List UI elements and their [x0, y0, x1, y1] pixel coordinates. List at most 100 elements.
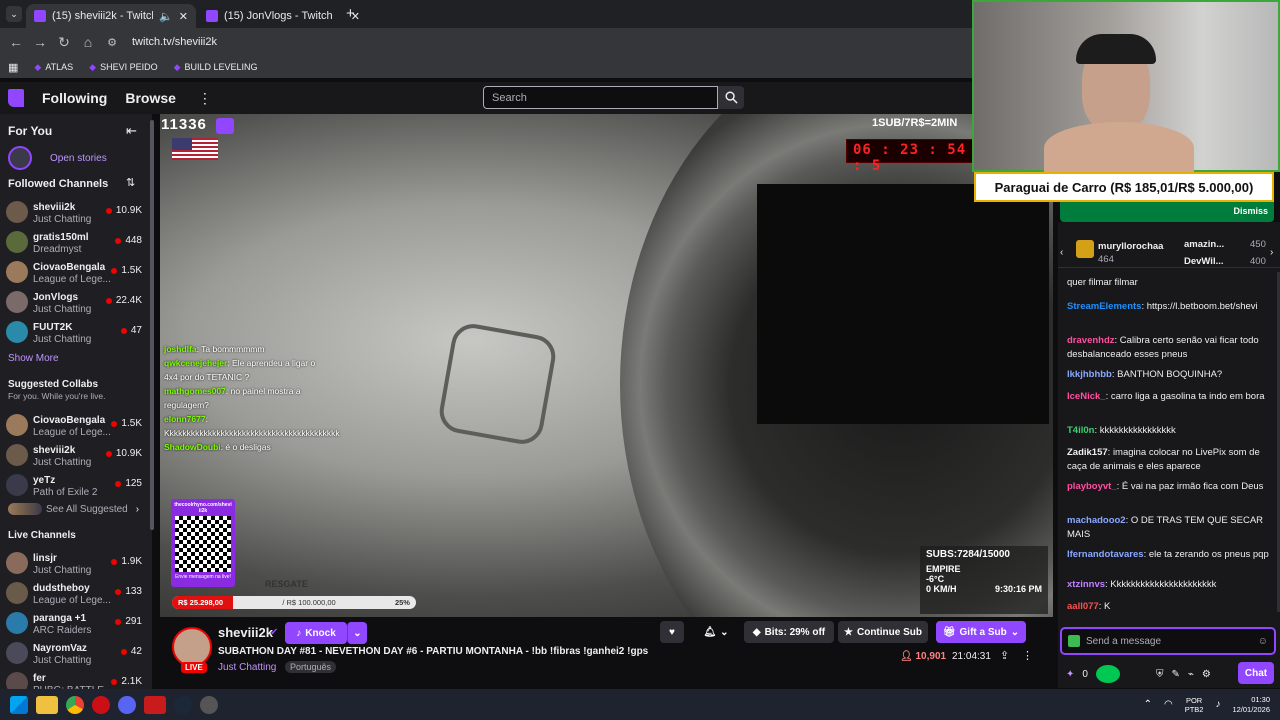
nav-browse[interactable]: Browse — [125, 90, 176, 106]
channel-points-icon[interactable]: ✦ — [1066, 669, 1074, 680]
more-options-icon[interactable]: ⋮ — [1022, 649, 1033, 662]
steam-icon[interactable] — [174, 695, 192, 714]
chat-message: lkkjhbhbb: BANTHON BOQUINHA? — [1067, 368, 1273, 382]
more-menu-icon[interactable]: ⋮ — [198, 90, 212, 107]
chat-username[interactable]: xtzinnvs — [1067, 579, 1105, 590]
chat-send-button[interactable]: Chat — [1238, 662, 1274, 684]
sidebar-channel-gratis150ml[interactable]: gratis150ml Dreadmyst 448 — [6, 229, 146, 259]
chat-username[interactable]: dravenhdz — [1067, 335, 1115, 346]
follow-heart-button[interactable]: ♥ — [660, 621, 684, 643]
sidebar-channel-sheviii2k[interactable]: sheviii2k Just Chatting 10.9K — [6, 199, 146, 229]
clock[interactable]: 01:30 12/01/2026 — [1232, 695, 1270, 715]
notifications-button[interactable]: 🔔︎ ⌄ — [698, 621, 734, 643]
open-stories-link[interactable]: Open stories — [50, 153, 107, 164]
home-icon[interactable]: ⌂ — [76, 34, 100, 50]
bookmark-atlas[interactable]: ◆ ATLAS — [34, 62, 73, 73]
sidebar-channel-paranga-1[interactable]: paranga +1 ARC Raiders 291 — [6, 610, 146, 640]
discord-icon[interactable] — [118, 695, 136, 714]
shield-icon[interactable]: ⛨ — [1156, 669, 1164, 680]
back-icon[interactable]: ← — [4, 34, 28, 50]
gift-icon: 🎁︎ — [942, 626, 956, 638]
knock-icon: ♪ — [296, 627, 302, 639]
file-explorer-icon[interactable] — [36, 695, 58, 714]
sidebar-channel-linsjr[interactable]: linsjr Just Chatting 1.9K — [6, 550, 146, 580]
language-tag[interactable]: Português — [285, 661, 337, 673]
chat-username[interactable]: aall077 — [1067, 601, 1099, 612]
volume-icon[interactable]: ♪ — [1215, 699, 1220, 710]
chat-username[interactable]: Zadik157 — [1067, 447, 1108, 458]
star-icon: ★ — [844, 626, 853, 638]
chrome-icon[interactable] — [66, 695, 84, 714]
sidebar-scrollbar[interactable] — [150, 120, 154, 530]
settings-app-icon[interactable] — [200, 695, 218, 714]
sort-icon[interactable]: ⇅ — [126, 176, 135, 189]
prediction-icon[interactable] — [1095, 665, 1120, 683]
chat-input[interactable]: Send a message ☺ — [1060, 627, 1276, 655]
emote-icon[interactable]: ☺ — [1258, 636, 1268, 647]
chevron-left-icon[interactable]: ‹ — [1060, 247, 1063, 258]
sidebar-channel-jonvlogs[interactable]: JonVlogs Just Chatting 22.4K — [6, 289, 146, 319]
windows-start-icon[interactable] — [10, 695, 28, 714]
chat-username[interactable]: playboyvt_ — [1067, 481, 1117, 492]
chat-username[interactable]: lkkjhbhbb — [1067, 369, 1112, 380]
wifi-icon[interactable]: ◠ — [1164, 699, 1173, 710]
nav-following[interactable]: Following — [42, 90, 107, 106]
search-input[interactable]: Search — [483, 86, 718, 109]
sidebar-channel-yetz[interactable]: yeTz Path of Exile 2 125 — [6, 472, 146, 502]
chat-username[interactable]: lfernandotavares — [1067, 549, 1144, 560]
sidebar-channel-dudstheboy[interactable]: dudstheboy League of Lege... 133 — [6, 580, 146, 610]
twitch-logo-icon[interactable] — [8, 89, 24, 107]
url-field[interactable]: twitch.tv/sheviii2k — [132, 36, 217, 48]
site-info-icon[interactable]: ⚙ — [100, 36, 124, 49]
sidebar-channel-nayromvaz[interactable]: NayromVaz Just Chatting 42 — [6, 640, 146, 670]
show-more-link[interactable]: Show More — [8, 353, 59, 364]
video-player[interactable]: 11336 1SUB/7R$=2MIN 06 : 23 : 54 : 5 jos… — [160, 114, 1053, 617]
tray-chevron-icon[interactable]: ⌃ — [1144, 699, 1152, 710]
pencil-icon[interactable]: ✎ — [1171, 669, 1179, 680]
app-icon[interactable] — [144, 695, 166, 714]
sidebar-channel-ciovaobengala[interactable]: CiovaoBengala League of Lege... 1.5K — [6, 412, 146, 442]
overlay-timer: 06 : 23 : 54 : 5 — [846, 139, 976, 174]
knock-dropdown[interactable]: ⌄ — [347, 622, 367, 644]
continue-sub-button[interactable]: ★ Continue Sub — [838, 621, 928, 643]
see-all-suggested-link[interactable]: See All Suggested › — [8, 503, 148, 515]
clock: 9:30:16 PM — [994, 584, 1042, 594]
gear-icon[interactable]: ⚙ — [1202, 669, 1211, 680]
bits-button[interactable]: ◆ Bits: 29% off — [744, 621, 834, 643]
apps-grid-icon[interactable]: ▦ — [8, 61, 18, 74]
graph-icon[interactable]: ⌁ — [1188, 669, 1194, 680]
tab-close-icon[interactable]: ✕ — [179, 10, 188, 23]
tab-audio-icon[interactable]: 🔈 — [159, 10, 173, 23]
reload-icon[interactable]: ↻ — [52, 34, 76, 51]
channel-avatar[interactable] — [172, 627, 212, 667]
chat-username[interactable]: StreamElements — [1067, 301, 1141, 312]
chat-username[interactable]: IceNick_ — [1067, 391, 1106, 402]
stories-avatar[interactable] — [8, 146, 32, 170]
sidebar-channel-sheviii2k[interactable]: sheviii2k Just Chatting 10.9K — [6, 442, 146, 472]
continue-sub-label: Continue Sub — [856, 626, 922, 638]
language-indicator[interactable]: POR PTB2 — [1185, 696, 1204, 714]
chat-username[interactable]: machadooo2 — [1067, 515, 1126, 526]
lang-code: POR — [1185, 695, 1203, 705]
opera-icon[interactable] — [92, 695, 110, 714]
bookmark-build-leveling[interactable]: ◆ BUILD LEVELING — [174, 62, 258, 73]
new-tab-icon[interactable]: + — [346, 5, 355, 22]
category-link[interactable]: Just Chatting — [218, 662, 276, 673]
chat-username[interactable]: T4il0n — [1067, 425, 1094, 436]
forward-icon[interactable]: → — [28, 34, 52, 50]
tab-search-icon[interactable]: ⌄ — [6, 6, 22, 22]
share-icon[interactable]: ⇪ — [1000, 649, 1009, 662]
collapse-sidebar-icon[interactable]: ⇤ — [126, 123, 137, 139]
gift-sub-button[interactable]: 🎁︎ Gift a Sub ⌄ — [936, 621, 1026, 643]
sidebar-channel-ciovaobengala[interactable]: CiovaoBengala League of Lege... 1.5K — [6, 259, 146, 289]
channel-name[interactable]: sheviii2k — [218, 625, 273, 640]
chevron-right-icon[interactable]: › — [1270, 247, 1273, 258]
sidebar-channel-fuut2k[interactable]: FUUT2K Just Chatting 47 — [6, 319, 146, 349]
sidebar-channel-fer[interactable]: ferPUBG: BATTLE...2.1K — [6, 670, 146, 689]
knock-button[interactable]: ♪ Knock — [285, 622, 347, 644]
search-button[interactable] — [718, 86, 744, 109]
bookmark-shevi-peido[interactable]: ◆ SHEVI PEIDO — [89, 62, 157, 73]
dismiss-button[interactable]: Dismiss — [1233, 206, 1268, 216]
browser-tab[interactable]: (15) JonVlogs - Twitch ✕ — [198, 4, 368, 28]
browser-tab-active[interactable]: (15) sheviii2k - Twitch 🔈 ✕ — [26, 4, 196, 28]
